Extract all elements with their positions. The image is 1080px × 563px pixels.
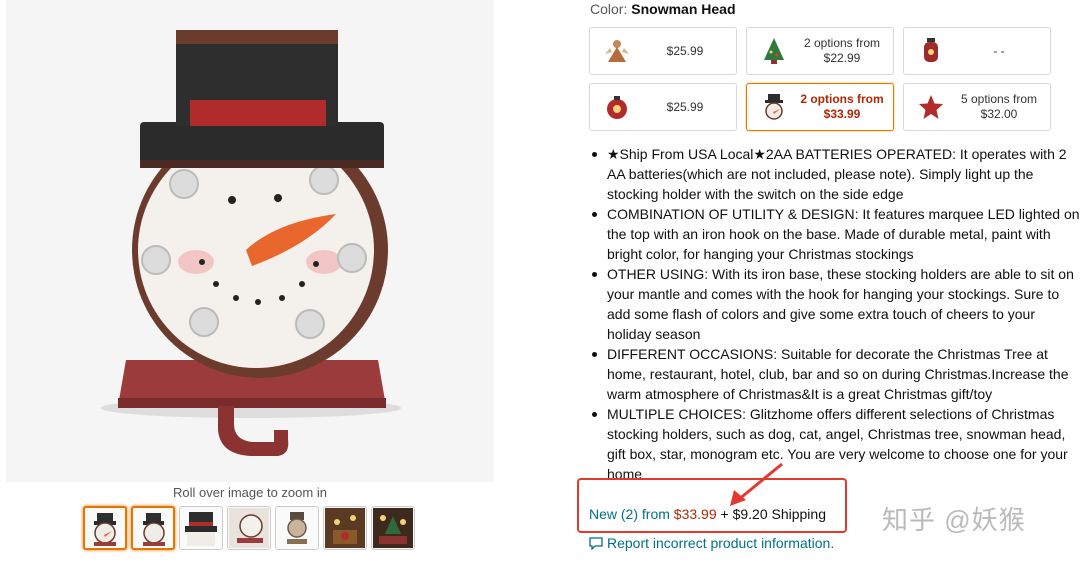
color-selection: Color: Snowman Head [590,1,736,17]
snowman-thumb-icon [185,512,217,546]
thumbnail-snowman-top-hat[interactable] [179,506,223,550]
snowman-thumb-icon [287,512,307,544]
new-offers-link[interactable]: New (2) from [589,506,670,522]
color-value: Snowman Head [631,1,736,17]
swatch-star[interactable]: 5 options from $32.00 [903,83,1051,131]
swatch-price: - - [993,43,1005,58]
thumbnail-snowman-angle[interactable] [131,506,175,550]
ornament-icon [600,90,634,124]
swatch-christmas-tree[interactable]: 2 options from $22.99 [746,27,894,75]
new-offer-line: New (2) from $33.99 + $9.20 Shipping [589,506,826,522]
zoom-hint: Roll over image to zoom in [173,485,327,500]
feature-bullet: ★Ship From USA Local★2AA BATTERIES OPERA… [590,144,1080,204]
holiday-scene-icon [373,508,413,548]
color-swatch-grid: $25.99 2 options from $22.99 - - $25.99 2… [589,27,1051,131]
swatch-options-text: 2 options from [800,92,884,106]
feature-bullet: OTHER USING: With its iron base, these s… [590,264,1080,344]
watermark: 知乎 @妖猴 [882,505,1026,535]
swatch-snowman-head[interactable]: 2 options from $33.99 [746,83,894,131]
angel-icon [600,34,634,68]
feature-bullet: MULTIPLE CHOICES: Glitzhome offers diffe… [590,404,1080,484]
product-main-image[interactable] [6,0,494,482]
annotation-arrow-icon [730,462,783,506]
snowman-thumb-icon [94,513,116,546]
color-label: Color: [590,1,628,17]
swatch-price: $32.00 [980,107,1018,121]
report-label[interactable]: Report incorrect product information. [607,535,834,551]
snowman-thumb-icon [229,508,269,548]
swatch-price: $33.99 [823,107,861,121]
shipping-text: + $9.20 Shipping [720,506,826,522]
thumbnail-snowman-front[interactable] [83,506,127,550]
comment-icon [589,536,603,550]
feature-bullet: COMBINATION OF UTILITY & DESIGN: It feat… [590,204,1080,264]
report-link[interactable]: Report incorrect product information. [589,535,834,551]
thumbnail-holiday-scene-1[interactable] [323,506,367,550]
star-icon [914,90,948,124]
swatch-ornament[interactable]: $25.99 [589,83,737,131]
thumbnail-snowman-back[interactable] [275,506,319,550]
thumbnail-holiday-scene-2[interactable] [371,506,415,550]
holiday-scene-icon [325,508,365,548]
snowman-stocking-holder-image [6,0,494,482]
swatch-lantern[interactable]: - - [903,27,1051,75]
swatch-price: $25.99 [666,99,704,114]
swatch-price: $25.99 [666,43,704,58]
swatch-options-text: 5 options from [960,92,1038,106]
snowman-head-icon [757,90,791,124]
thumbnail-strip [83,506,415,550]
christmas-tree-icon [757,34,791,68]
feature-bullets: ★Ship From USA Local★2AA BATTERIES OPERA… [590,144,1080,484]
snowman-thumb-icon [143,513,165,546]
offer-price[interactable]: $33.99 [674,506,717,522]
swatch-price: $22.99 [823,51,861,65]
lantern-icon [914,34,948,68]
thumbnail-snowman-side[interactable] [227,506,271,550]
feature-bullet: DIFFERENT OCCASIONS: Suitable for decora… [590,344,1080,404]
swatch-angel[interactable]: $25.99 [589,27,737,75]
swatch-options-text: 2 options from [803,36,881,50]
